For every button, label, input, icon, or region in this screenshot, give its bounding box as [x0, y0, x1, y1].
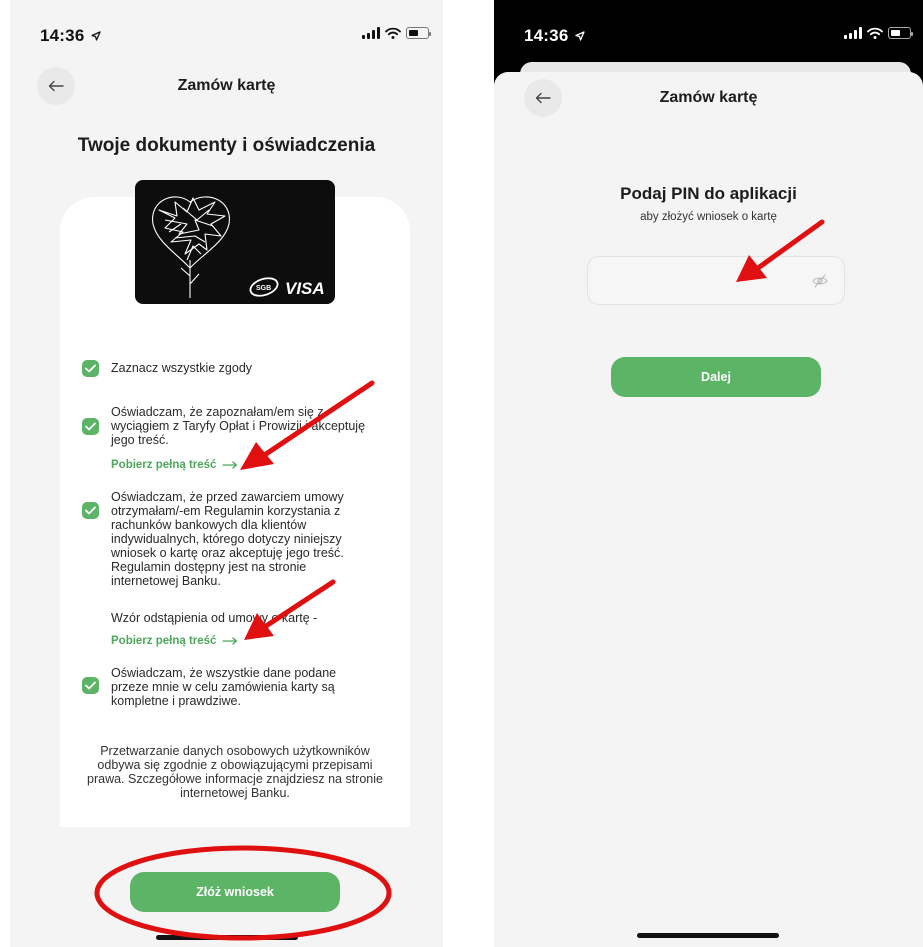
privacy-note: Przetwarzanie danych osobowych użytkowni…: [87, 744, 383, 800]
status-time-text: 14:36: [40, 26, 85, 45]
consent-data-label: Oświadczam, że wszystkie dane podane prz…: [111, 666, 337, 708]
download-withdrawal-link[interactable]: Pobierz pełną treść: [111, 635, 238, 647]
eye-off-icon[interactable]: [812, 274, 828, 288]
battery-icon: [406, 27, 431, 39]
check-icon: [85, 364, 96, 373]
pin-input[interactable]: [587, 256, 845, 305]
pin-title: Podaj PIN do aplikacji: [620, 184, 797, 203]
battery-icon: [888, 27, 913, 39]
tree-heart-logo: SGB VISA: [152, 196, 325, 298]
signal-icon: [844, 27, 862, 39]
section-title: Twoje dokumenty i oświadczenia: [77, 135, 376, 156]
left-phone-screen: 14:36 Zamów kartę Twoje dokumenty i oświ…: [10, 0, 443, 947]
wifi-icon: [867, 27, 883, 39]
consent-tariff-checkbox[interactable]: [82, 418, 99, 435]
location-arrow-icon: [575, 31, 586, 41]
location-arrow-icon: [91, 31, 102, 41]
download-tariff-link[interactable]: Pobierz pełną treść: [111, 459, 238, 471]
check-icon: [85, 506, 96, 515]
status-time: 14:36: [524, 26, 586, 46]
pin-subtitle: aby złożyć wniosek o kartę: [640, 211, 777, 223]
consent-data-checkbox[interactable]: [82, 677, 99, 694]
check-icon: [85, 422, 96, 431]
status-time: 14:36: [40, 26, 102, 46]
status-icons: [844, 27, 913, 39]
download-withdrawal-link-text: Pobierz pełną treść: [111, 635, 217, 647]
withdrawal-text: Wzór odstąpienia od umowy o kartę -: [111, 611, 318, 625]
issuer-badge-text: SGB: [256, 285, 271, 292]
home-indicator: [156, 935, 298, 940]
consent-regulations-checkbox[interactable]: [82, 502, 99, 519]
next-button[interactable]: Dalej: [611, 357, 821, 397]
status-time-text: 14:36: [524, 26, 569, 45]
check-icon: [85, 681, 96, 690]
consent-regulations-label: Oświadczam, że przed zawarciem umowy otr…: [111, 490, 344, 588]
arrow-right-icon: [222, 637, 238, 645]
right-phone-screen: 14:36 Zamów kartę Podaj PIN do aplikacji…: [494, 0, 923, 947]
home-indicator: [637, 933, 779, 938]
wifi-icon: [385, 27, 401, 39]
consent-all-label: Zaznacz wszystkie zgody: [111, 361, 253, 375]
arrow-right-icon: [222, 461, 238, 469]
download-tariff-link-text: Pobierz pełną treść: [111, 459, 217, 471]
card-brand-text: VISA: [285, 279, 325, 298]
header-title: Zamów kartę: [659, 89, 758, 106]
signal-icon: [362, 27, 380, 39]
consent-all-checkbox[interactable]: [82, 360, 99, 377]
submit-application-button[interactable]: Złóż wniosek: [130, 872, 340, 912]
consent-tariff-label: Oświadczam, że zapoznałam/em się z wycią…: [111, 405, 366, 447]
status-icons: [362, 27, 431, 39]
card-image: SGB VISA: [135, 180, 335, 304]
header-title: Zamów kartę: [177, 77, 276, 94]
